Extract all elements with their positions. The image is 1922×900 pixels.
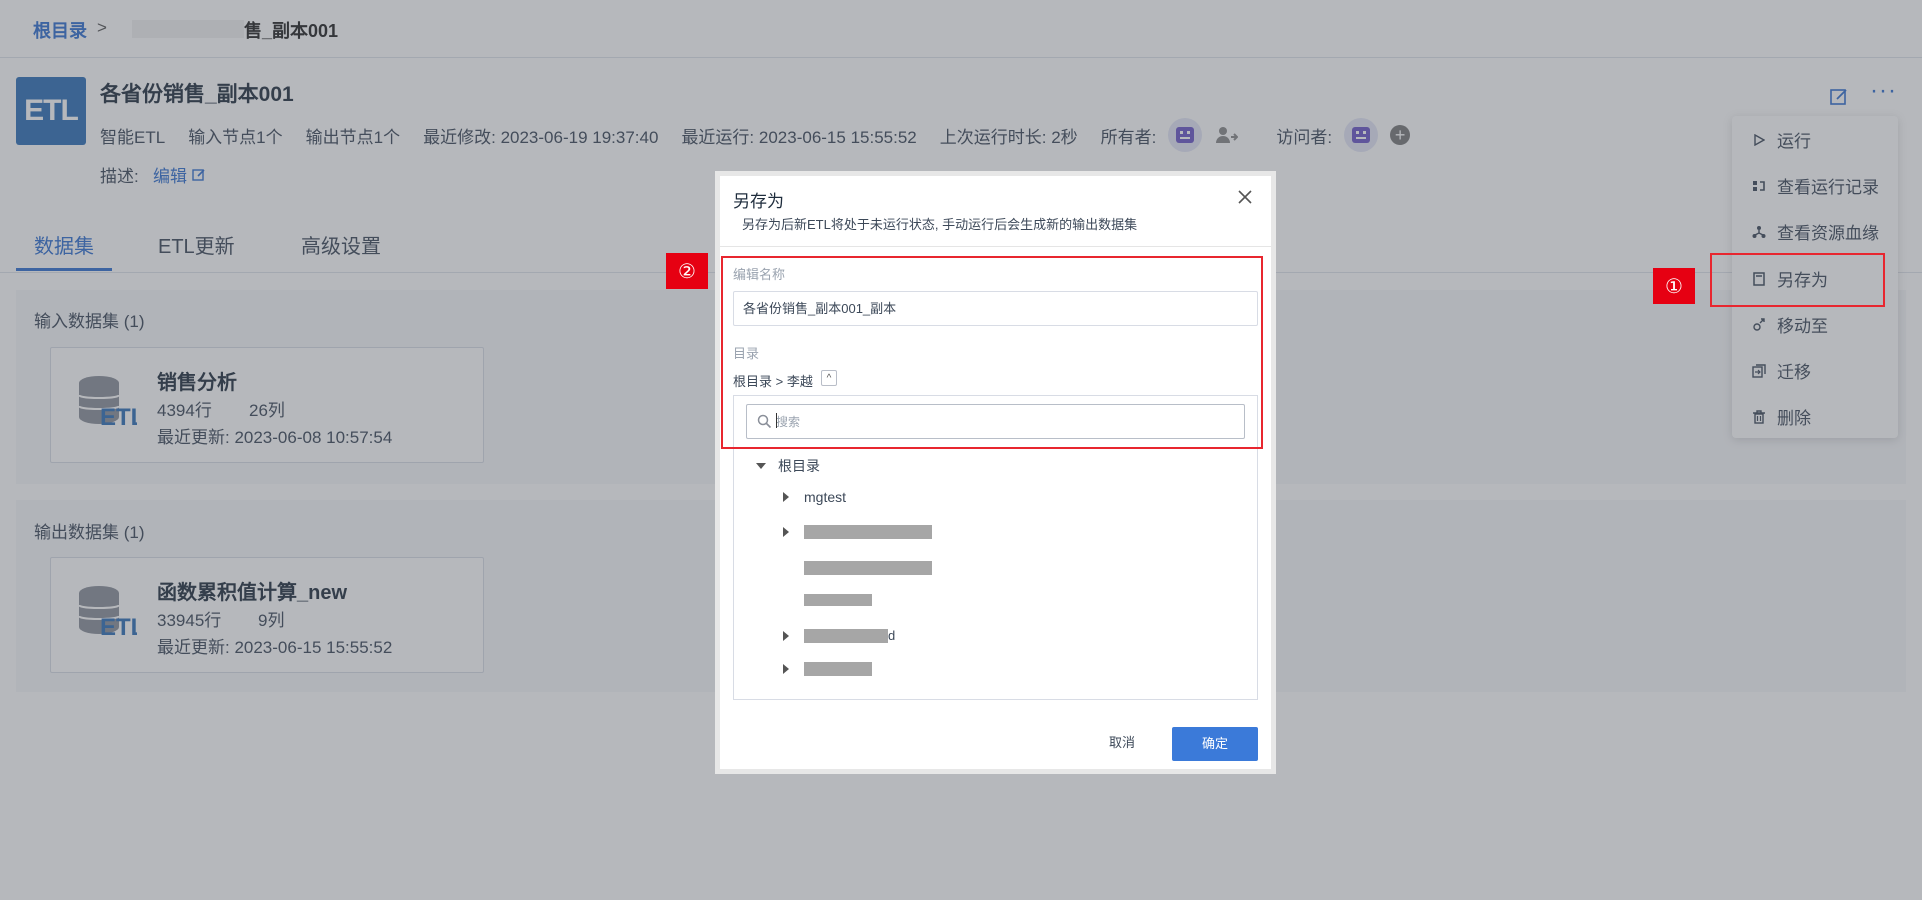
- close-icon[interactable]: [1236, 188, 1254, 206]
- redacted-folder-name: [804, 628, 888, 643]
- annotation-badge-2: ②: [666, 253, 708, 289]
- caret-down-icon: [756, 463, 766, 469]
- tree-node-label-suffix: d: [888, 628, 896, 643]
- tree-node-folder[interactable]: [783, 525, 932, 539]
- tree-node-folder[interactable]: [804, 594, 872, 606]
- tree-node-mgtest[interactable]: mgtest: [783, 489, 846, 505]
- redacted-folder-name: [804, 662, 872, 676]
- redacted-folder-name: [804, 594, 872, 606]
- annotation-box-save-as: [1710, 253, 1885, 307]
- tree-node-folder[interactable]: [783, 662, 872, 676]
- dialog-title: 另存为: [733, 192, 784, 211]
- caret-right-icon: [783, 527, 789, 537]
- annotation-badge-1: ①: [1653, 268, 1695, 304]
- caret-right-icon: [783, 664, 789, 674]
- annotation-box-dialog-form: [721, 256, 1263, 449]
- caret-right-icon: [783, 630, 789, 641]
- confirm-button[interactable]: 确定: [1172, 727, 1258, 761]
- tree-node-label: mgtest: [804, 489, 847, 505]
- tree-node-root[interactable]: 根目录: [756, 456, 820, 476]
- tree-node-folder[interactable]: [804, 561, 932, 575]
- caret-right-icon: [783, 492, 789, 502]
- cancel-button[interactable]: 取消: [1100, 733, 1144, 753]
- tree-node-folder[interactable]: d: [783, 628, 895, 643]
- redacted-folder-name: [804, 525, 932, 539]
- dialog-subtitle: 另存为后新ETL将处于未运行状态, 手动运行后会生成新的输出数据集: [742, 217, 1138, 232]
- redacted-folder-name: [804, 561, 932, 575]
- dialog-divider: [720, 246, 1271, 247]
- tree-node-label: 根目录: [778, 458, 820, 474]
